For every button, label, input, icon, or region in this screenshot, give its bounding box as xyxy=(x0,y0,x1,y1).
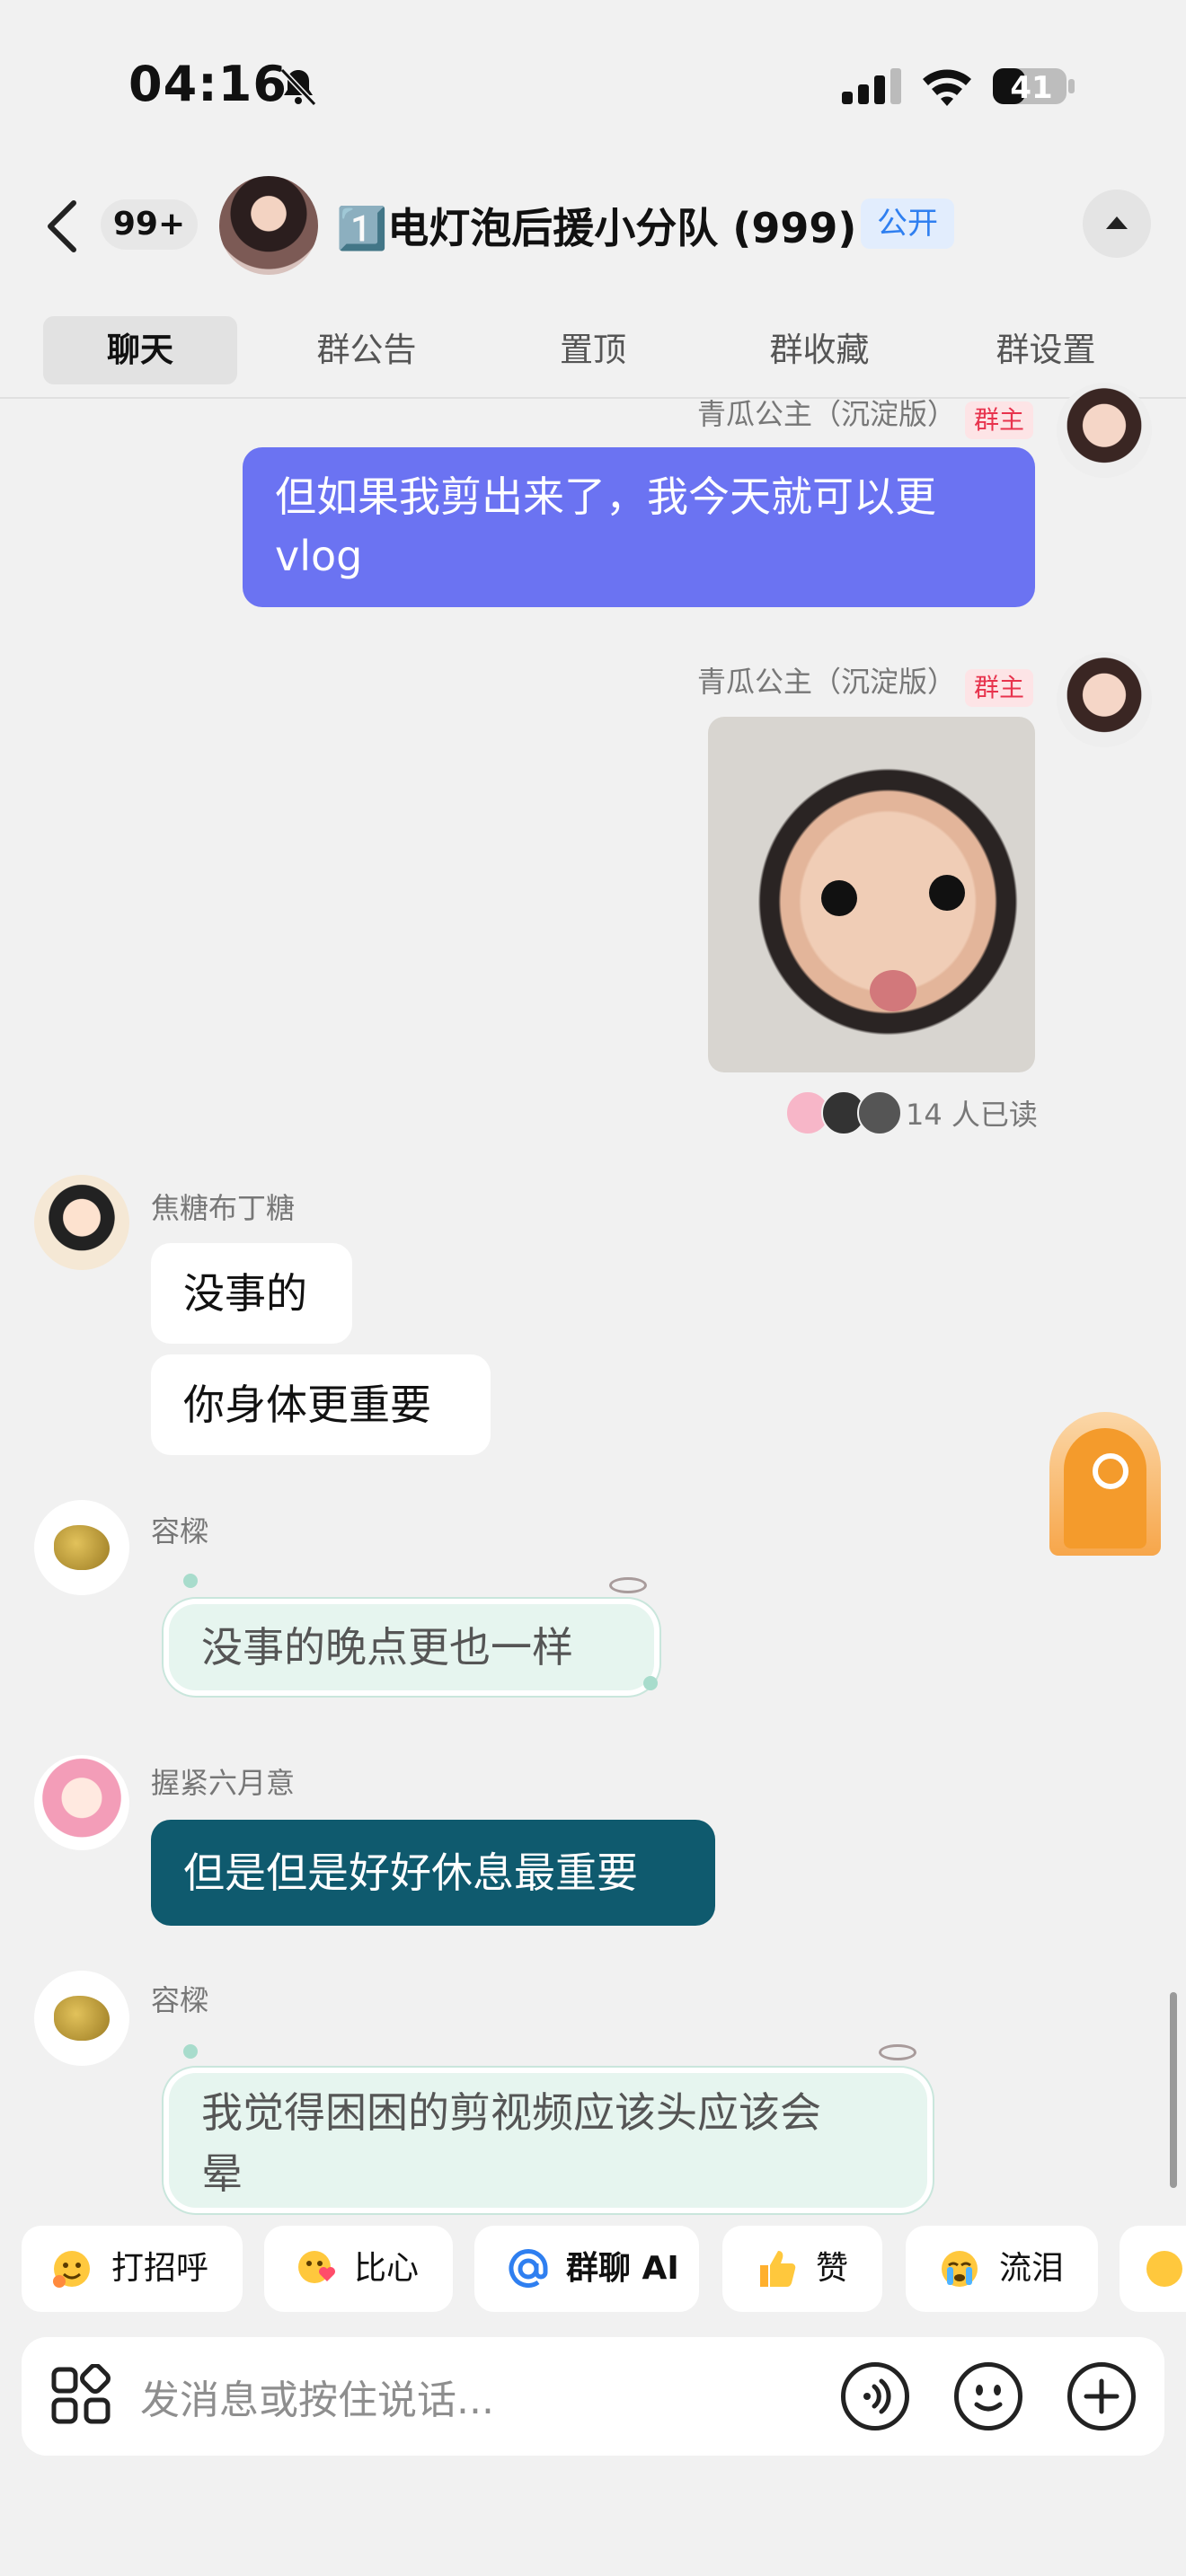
message-sender: 容樑 xyxy=(151,1978,208,2017)
back-chevron-icon[interactable] xyxy=(43,199,81,253)
avatar xyxy=(857,1090,902,1135)
sender-name: 容樑 xyxy=(151,1514,209,1548)
quick-reply-group-ai[interactable]: 群聊 AI xyxy=(474,2226,699,2312)
voice-button[interactable] xyxy=(841,2362,909,2430)
message-text-line: 我觉得困困的剪视频应该头应该会 xyxy=(201,2088,821,2137)
cellular-signal-icon xyxy=(842,68,901,104)
emoji-button[interactable] xyxy=(954,2362,1022,2430)
message-sender: 握紧六月意 xyxy=(151,1760,295,1800)
quick-reply-heart[interactable]: 比心 xyxy=(264,2226,453,2312)
emoji-icon xyxy=(1146,2251,1182,2287)
group-name[interactable]: 1️⃣电灯泡后援小分队 (999) xyxy=(336,196,856,255)
heart-hands-emoji-icon xyxy=(298,2251,335,2283)
durian-icon xyxy=(54,1525,110,1570)
message-text-line: vlog xyxy=(275,532,363,580)
owner-badge: 群主 xyxy=(964,401,1033,439)
group-avatar[interactable] xyxy=(219,176,318,275)
read-receipt[interactable]: 14 人已读 xyxy=(906,1092,1038,1134)
message-bubble[interactable]: 你身体更重要 xyxy=(151,1354,491,1455)
tab-pinned[interactable]: 置顶 xyxy=(496,316,690,384)
avatar[interactable] xyxy=(34,1971,129,2066)
crying-emoji-icon xyxy=(942,2251,978,2287)
quick-reply-label: 群聊 AI xyxy=(566,2250,679,2287)
at-icon xyxy=(509,2249,548,2288)
battery-level: 41 xyxy=(1010,70,1053,106)
quick-reply-label: 打招呼 xyxy=(111,2250,209,2287)
quick-reply-wave[interactable]: 打招呼 xyxy=(22,2226,243,2312)
add-button[interactable] xyxy=(1067,2362,1136,2430)
message-sender: 容樑 xyxy=(151,1509,208,1548)
tab-chat[interactable]: 聊天 xyxy=(43,316,237,384)
wifi-icon xyxy=(923,69,971,106)
message-input[interactable]: 发消息或按住说话... xyxy=(140,2368,494,2425)
tab-settings[interactable]: 群设置 xyxy=(949,316,1143,384)
avatar[interactable] xyxy=(1057,652,1152,747)
door-ring xyxy=(1093,1453,1128,1489)
sender-name: 握紧六月意 xyxy=(151,1766,296,1800)
sender-name: 焦糖布丁糖 xyxy=(151,1191,296,1225)
message-bubble[interactable]: 我觉得困困的剪视频应该头应该会 晕 xyxy=(169,2073,927,2208)
caret-up-icon xyxy=(1106,216,1128,229)
mute-bell-icon xyxy=(279,67,317,107)
sender-name: 容樑 xyxy=(151,1983,209,2017)
sender-name: 青瓜公主（沉淀版） xyxy=(696,397,956,431)
sparkle-decoration xyxy=(643,1676,658,1690)
quick-reply-like[interactable]: 赞 xyxy=(722,2226,882,2312)
message-sender: 青瓜公主（沉淀版） 群主 xyxy=(696,659,1033,707)
collapse-button[interactable] xyxy=(1083,190,1151,258)
message-bubble[interactable]: 但如果我剪出来了，我今天就可以更 vlog xyxy=(243,447,1035,607)
photo-detail xyxy=(870,970,916,1011)
voice-wave-icon xyxy=(863,2378,891,2414)
status-time: 04:16 xyxy=(128,56,288,112)
plus-icon xyxy=(1084,2378,1120,2414)
quick-reply-label: 赞 xyxy=(816,2250,849,2287)
avatar[interactable] xyxy=(34,1175,129,1270)
quick-reply-more[interactable] xyxy=(1120,2226,1186,2312)
halo-decoration xyxy=(879,2044,916,2060)
message-text-line: 晕 xyxy=(201,2149,243,2198)
read-receipt-avatars[interactable] xyxy=(785,1090,902,1135)
door-icon xyxy=(1064,1428,1146,1548)
sparkle-decoration xyxy=(183,1574,198,1588)
quick-reply-label: 流泪 xyxy=(999,2250,1065,2287)
apps-grid-icon[interactable] xyxy=(50,2364,111,2425)
sender-name: 青瓜公主（沉淀版） xyxy=(696,665,956,699)
unread-count-badge[interactable]: 99+ xyxy=(101,199,198,250)
image-message[interactable] xyxy=(708,717,1035,1072)
message-bubble[interactable]: 但是但是好好休息最重要 xyxy=(151,1820,715,1926)
floating-door-widget[interactable] xyxy=(1049,1412,1161,1556)
quick-reply-tears[interactable]: 流泪 xyxy=(906,2226,1098,2312)
sparkle-decoration xyxy=(183,2044,198,2059)
photo-detail xyxy=(821,880,857,916)
quick-reply-label: 比心 xyxy=(354,2250,420,2287)
public-badge: 公开 xyxy=(861,198,954,249)
wave-emoji-icon xyxy=(53,2251,90,2288)
halo-decoration xyxy=(609,1577,647,1593)
chat-scrollbar[interactable] xyxy=(1170,1992,1177,2188)
owner-badge: 群主 xyxy=(964,668,1033,707)
smiley-icon xyxy=(974,2385,1003,2412)
message-sender: 焦糖布丁糖 xyxy=(151,1186,295,1225)
tab-announcements[interactable]: 群公告 xyxy=(270,316,464,384)
avatar[interactable] xyxy=(1057,383,1152,478)
message-sender: 青瓜公主（沉淀版） 群主 xyxy=(696,392,1033,439)
message-bubble[interactable]: 没事的晚点更也一样 xyxy=(169,1604,654,1690)
durian-icon xyxy=(54,1996,110,2041)
message-bubble[interactable]: 没事的 xyxy=(151,1243,352,1344)
avatar[interactable] xyxy=(34,1500,129,1595)
thumbs-up-icon xyxy=(760,2251,796,2287)
photo-detail xyxy=(929,875,965,911)
message-text-line: 但如果我剪出来了，我今天就可以更 xyxy=(275,472,936,521)
tab-favorites[interactable]: 群收藏 xyxy=(722,316,916,384)
avatar[interactable] xyxy=(34,1755,129,1850)
